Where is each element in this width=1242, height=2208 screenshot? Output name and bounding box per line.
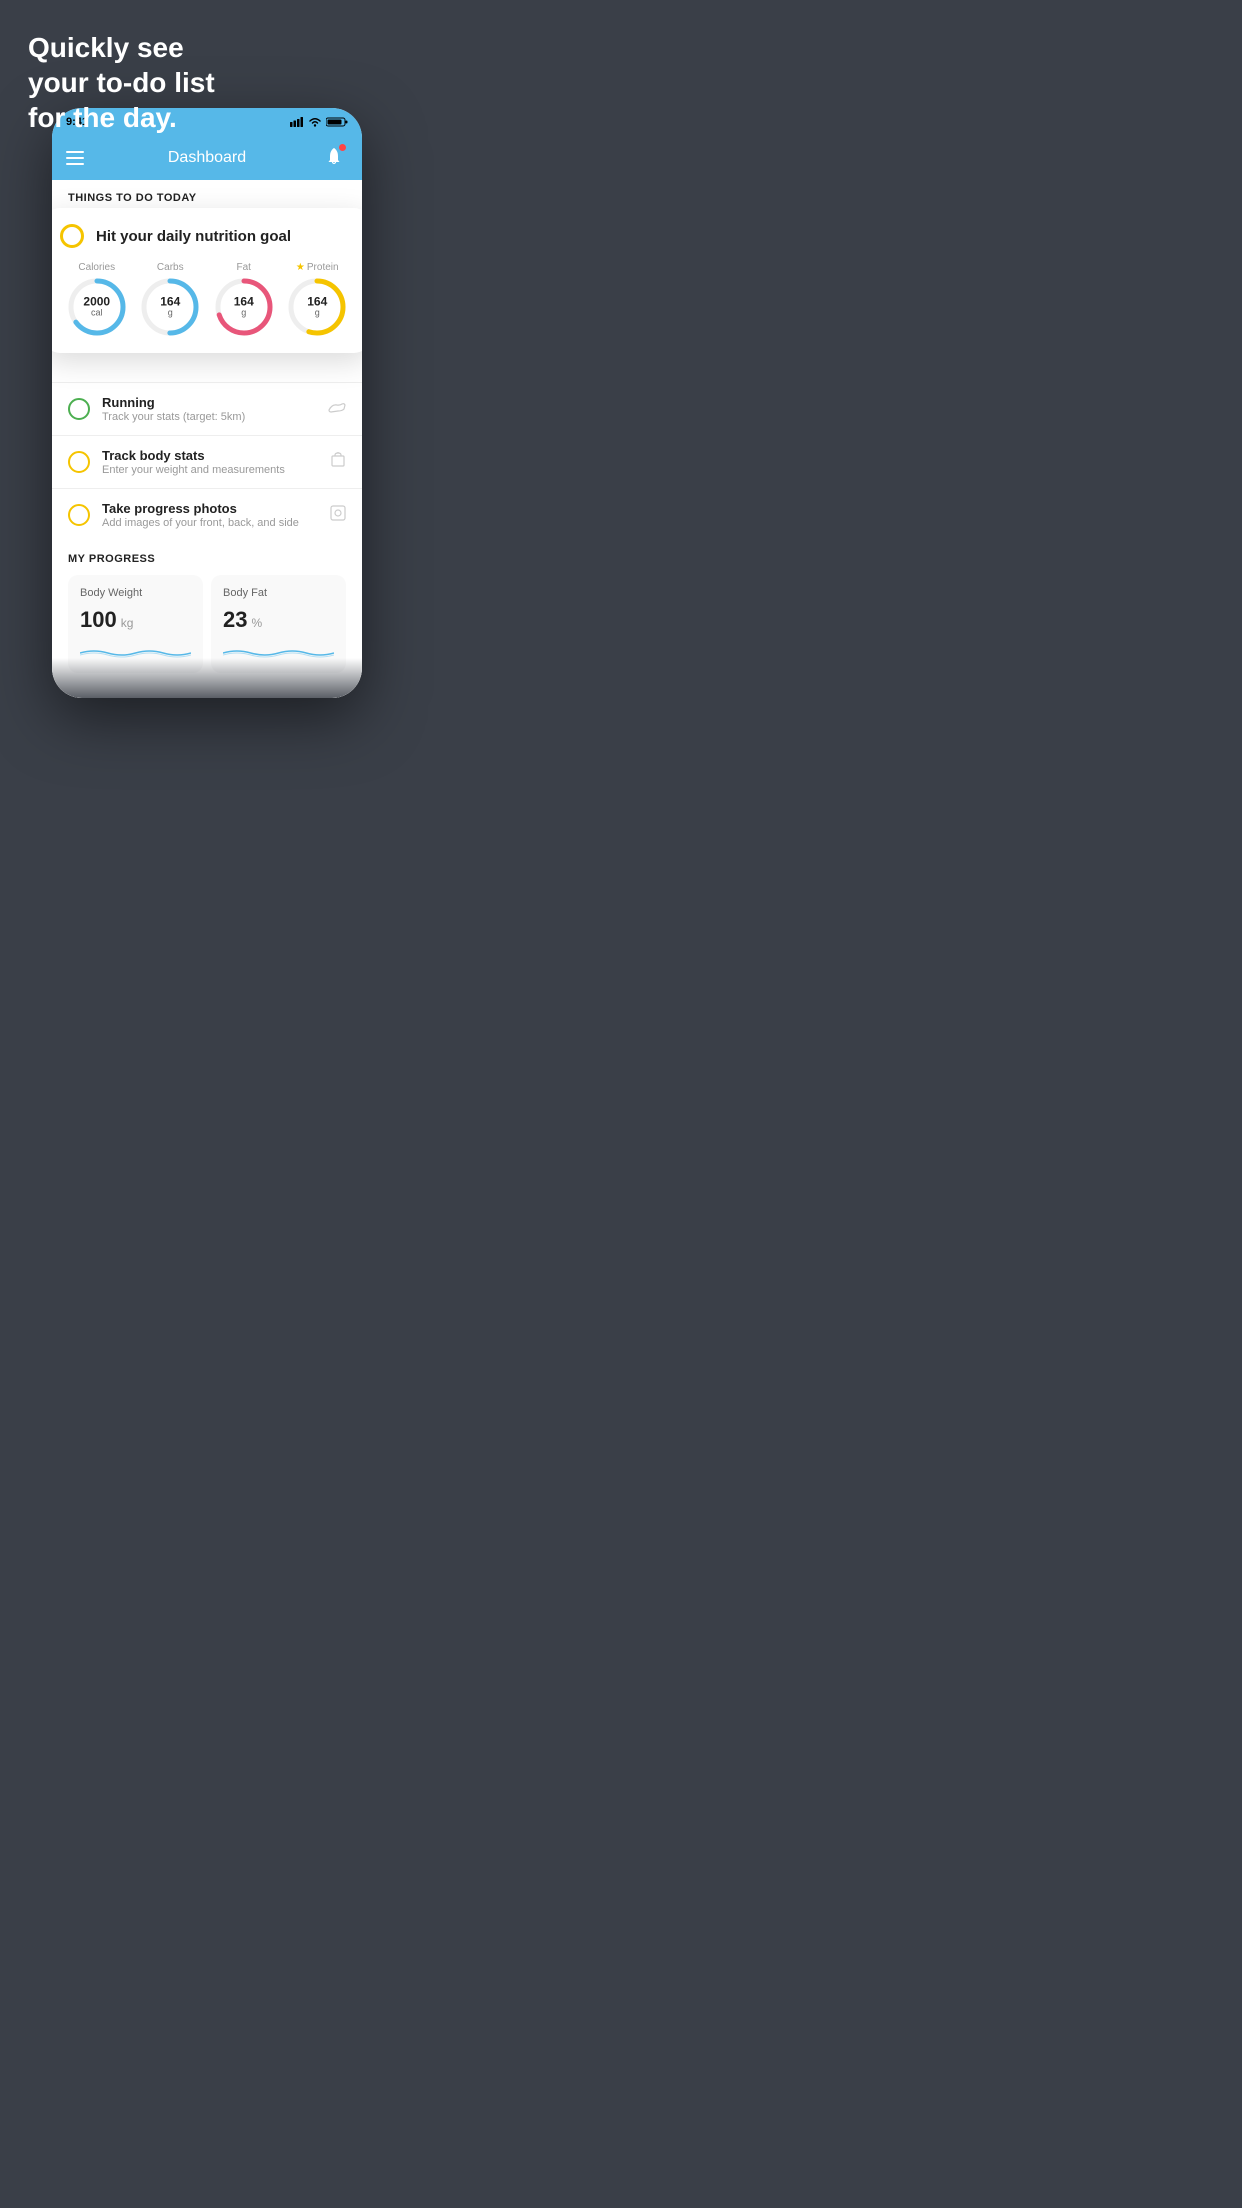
ring-unit: g: [160, 309, 180, 319]
todo-item[interactable]: Take progress photos Add images of your …: [52, 488, 362, 541]
star-icon: ★: [296, 262, 305, 273]
ring-unit: g: [234, 309, 254, 319]
nutrition-goal-row: Hit your daily nutrition goal: [60, 224, 354, 248]
todo-icon: [330, 505, 346, 526]
progress-title: MY PROGRESS: [68, 553, 346, 565]
progress-value: 23: [223, 607, 247, 633]
ring-label: Fat: [237, 262, 251, 273]
ring-label: Carbs: [157, 262, 184, 273]
ring-item-calories: Calories 2000 cal: [67, 262, 127, 337]
todo-checkbox[interactable]: [68, 451, 90, 473]
progress-value-row: 23 %: [223, 607, 334, 633]
todo-item[interactable]: Running Track your stats (target: 5km): [52, 382, 362, 435]
todo-title: Track body stats: [102, 448, 318, 463]
ring-text: 164 g: [234, 295, 254, 318]
phone-frame: 9:41: [52, 108, 362, 698]
nutrition-rings: Calories 2000 cal Carbs 164 g Fat: [60, 262, 354, 337]
status-icons: [290, 117, 348, 127]
ring-item-protein: ★Protein 164 g: [287, 262, 347, 337]
ring-unit: g: [307, 309, 327, 319]
ring-item-carbs: Carbs 164 g: [140, 262, 200, 337]
todo-item[interactable]: Track body stats Enter your weight and m…: [52, 435, 362, 488]
ring-container: 164 g: [287, 277, 347, 337]
goal-circle: [60, 224, 84, 248]
todo-icon: [328, 400, 346, 419]
menu-button[interactable]: [66, 151, 84, 165]
ring-container: 2000 cal: [67, 277, 127, 337]
ring-text: 164 g: [160, 295, 180, 318]
todo-title: Running: [102, 395, 316, 410]
ring-item-fat: Fat 164 g: [214, 262, 274, 337]
todo-subtitle: Track your stats (target: 5km): [102, 411, 316, 423]
progress-value: 100: [80, 607, 117, 633]
phone-shadow: [52, 658, 362, 698]
todo-subtitle: Add images of your front, back, and side: [102, 517, 318, 529]
todo-text: Running Track your stats (target: 5km): [102, 395, 316, 423]
todo-list: Running Track your stats (target: 5km) T…: [52, 382, 362, 541]
todo-icon: [330, 452, 346, 473]
app-header: Dashboard: [52, 136, 362, 180]
signal-icon: [290, 117, 304, 127]
notification-dot: [339, 144, 346, 151]
content-area: THINGS TO DO TODAY Hit your daily nutrit…: [52, 180, 362, 698]
ring-label: ★Protein: [296, 262, 339, 273]
todo-title: Take progress photos: [102, 501, 318, 516]
ring-container: 164 g: [214, 277, 274, 337]
header-title: Dashboard: [168, 149, 246, 167]
ring-container: 164 g: [140, 277, 200, 337]
ring-text: 2000 cal: [83, 295, 110, 318]
ring-unit: cal: [83, 309, 110, 319]
notification-bell-button[interactable]: [320, 144, 348, 172]
progress-unit: %: [251, 616, 262, 630]
progress-card-title: Body Weight: [80, 587, 191, 599]
todo-text: Take progress photos Add images of your …: [102, 501, 318, 529]
ring-text: 164 g: [307, 295, 327, 318]
goal-label: Hit your daily nutrition goal: [96, 228, 291, 245]
ring-label: Calories: [78, 262, 115, 273]
todo-checkbox[interactable]: [68, 398, 90, 420]
wifi-icon: [308, 117, 322, 127]
progress-section: MY PROGRESS Body Weight 100 kg Body Fat …: [52, 553, 362, 673]
headline: Quickly see your to-do list for the day.: [28, 30, 215, 135]
todo-text: Track body stats Enter your weight and m…: [102, 448, 318, 476]
progress-unit: kg: [121, 616, 134, 630]
nutrition-card[interactable]: Hit your daily nutrition goal Calories 2…: [52, 208, 362, 353]
todo-subtitle: Enter your weight and measurements: [102, 464, 318, 476]
battery-icon: [326, 117, 348, 127]
bell-icon: [324, 146, 344, 171]
progress-value-row: 100 kg: [80, 607, 191, 633]
todo-checkbox[interactable]: [68, 504, 90, 526]
progress-card-title: Body Fat: [223, 587, 334, 599]
